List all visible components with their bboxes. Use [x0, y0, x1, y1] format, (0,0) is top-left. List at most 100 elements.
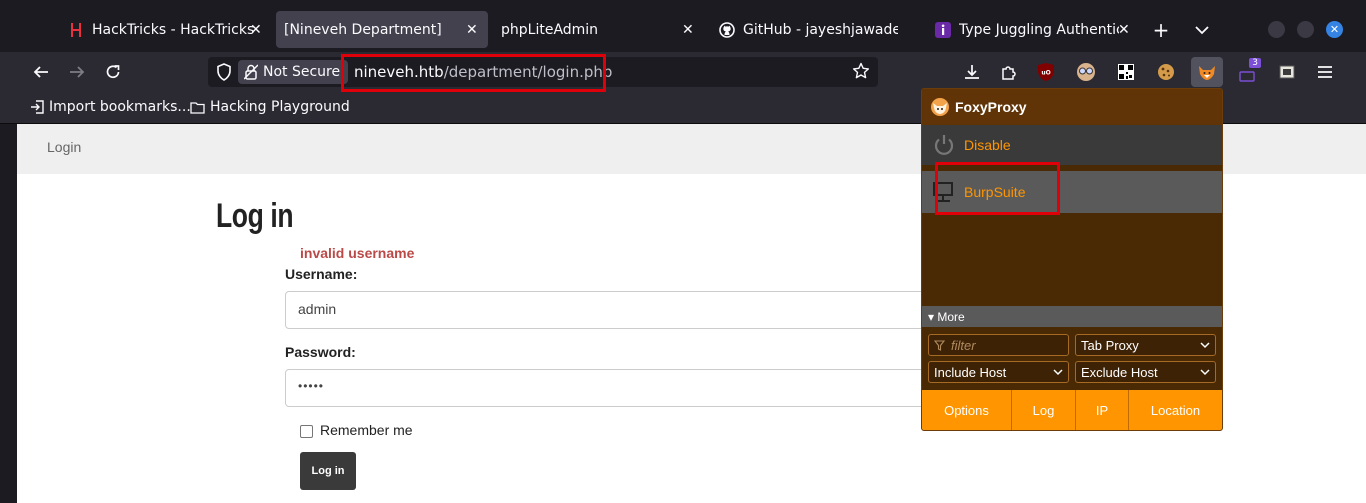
fox-icon — [931, 98, 949, 116]
hamburger-menu-icon — [1318, 66, 1332, 78]
login-button[interactable]: Log in — [300, 452, 356, 490]
tab-type-juggling[interactable]: Type Juggling Authenticat ✕ — [926, 11, 1136, 48]
tab-nineveh-department[interactable]: [Nineveh Department] ✕ — [276, 11, 488, 48]
bookmark-import[interactable]: Import bookmarks... — [30, 99, 191, 115]
open-menu-button[interactable] — [1313, 60, 1337, 84]
bookmark-label: Import bookmarks... — [49, 99, 191, 115]
options-button[interactable]: Options — [922, 390, 1012, 430]
reload-button[interactable] — [100, 59, 126, 85]
remember-me-row: Remember me — [300, 422, 413, 438]
filter-placeholder: filter — [951, 337, 976, 353]
glasses-face-icon — [1077, 63, 1095, 81]
close-tab-icon[interactable]: ✕ — [466, 22, 478, 38]
foxyproxy-action-bar: Options Log IP Location — [922, 390, 1222, 430]
download-icon — [965, 65, 979, 79]
tab-proxy-select-value: Tab Proxy — [1081, 337, 1139, 353]
cookie-editor-extension[interactable] — [1154, 60, 1178, 84]
ublock-shield-icon: uO — [1038, 63, 1054, 81]
not-secure-indicator[interactable]: Not Secure — [238, 60, 349, 84]
chevron-down-icon — [1200, 341, 1210, 348]
cookie-icon — [1158, 64, 1174, 80]
new-tab-button[interactable]: + — [1149, 18, 1173, 42]
qr-code-icon — [1118, 64, 1134, 80]
forward-button[interactable] — [64, 59, 90, 85]
chevron-down-icon — [1195, 26, 1209, 35]
foxyproxy-popup: FoxyProxy Disable BurpSuite ▾ More filte… — [921, 88, 1223, 431]
tab-counter-badge: 3 — [1249, 58, 1261, 68]
picture-frame-icon — [1279, 65, 1295, 79]
import-icon — [30, 100, 44, 114]
close-tab-icon[interactable]: ✕ — [1118, 22, 1130, 38]
fox-icon — [1199, 66, 1215, 80]
tabs-icon — [1239, 71, 1255, 82]
tab-title: HackTricks - HackTricks — [92, 21, 255, 38]
remember-me-label: Remember me — [320, 422, 413, 438]
back-button[interactable] — [28, 59, 54, 85]
username-label: Username: — [285, 266, 358, 282]
not-secure-label: Not Secure — [263, 64, 341, 80]
bookmark-folder-hacking-playground[interactable]: Hacking Playground — [190, 99, 350, 115]
foxyproxy-title: FoxyProxy — [955, 99, 1027, 115]
remember-me-checkbox[interactable] — [300, 425, 313, 438]
filter-input[interactable]: filter — [928, 334, 1069, 356]
chevron-down-icon — [1053, 368, 1063, 375]
chevron-down-icon — [1200, 368, 1210, 375]
more-toggle[interactable]: ▾ More — [922, 306, 1222, 327]
proxy-option-label: Disable — [964, 137, 1011, 153]
tab-title: GitHub - jayeshjawade/Br — [743, 21, 898, 38]
puzzle-piece-icon — [1002, 66, 1016, 80]
extensions-button[interactable] — [997, 60, 1021, 84]
location-button[interactable]: Location — [1129, 390, 1222, 430]
svg-text:uO: uO — [1041, 70, 1050, 77]
close-tab-icon[interactable]: ✕ — [682, 22, 694, 38]
qr-code-extension[interactable] — [1114, 60, 1138, 84]
tab-title: Type Juggling Authenticat — [959, 21, 1119, 38]
url-highlight-box — [341, 54, 606, 92]
include-host-select[interactable]: Include Host — [928, 361, 1069, 383]
invicti-icon — [935, 21, 951, 38]
downloads-button[interactable] — [960, 60, 984, 84]
tab-proxy-select[interactable]: Tab Proxy — [1075, 334, 1216, 356]
ublock-origin-extension[interactable]: uO — [1034, 60, 1058, 84]
exclude-host-select-value: Exclude Host — [1081, 364, 1158, 380]
tab-github[interactable]: GitHub - jayeshjawade/Br — [708, 11, 898, 48]
reload-icon — [106, 65, 120, 79]
include-host-select-value: Include Host — [934, 364, 1007, 380]
arrow-left-icon — [33, 66, 48, 78]
hacktricks-icon — [68, 22, 84, 38]
tab-counter-extension[interactable]: 3 — [1236, 58, 1261, 84]
username-input[interactable]: admin — [285, 291, 945, 329]
arrow-right-icon — [70, 66, 85, 78]
power-icon — [931, 133, 957, 157]
star-icon — [852, 62, 870, 79]
lock-insecure-icon — [244, 64, 258, 80]
navigation-toolbar: Not Secure nineveh.htb/department/login.… — [0, 52, 1366, 92]
close-tab-icon[interactable]: ✕ — [250, 22, 262, 38]
foxyproxy-header: FoxyProxy — [922, 89, 1222, 126]
list-all-tabs-button[interactable] — [1190, 18, 1214, 42]
tab-bar: HackTricks - HackTricks ✕ [Nineveh Depar… — [0, 0, 1366, 52]
minimize-window-button[interactable] — [1268, 21, 1285, 38]
tab-phpliteadmin[interactable]: phpLiteAdmin ✕ — [490, 11, 706, 48]
close-window-button[interactable]: ✕ — [1326, 21, 1343, 38]
tab-title: phpLiteAdmin — [501, 21, 599, 38]
tracking-protection-icon[interactable] — [216, 63, 232, 81]
bookmark-star-button[interactable] — [852, 62, 870, 80]
exclude-host-select[interactable]: Exclude Host — [1075, 361, 1216, 383]
funnel-icon — [934, 339, 945, 351]
burpsuite-highlight-box — [935, 162, 1060, 215]
bookmark-label: Hacking Playground — [210, 99, 350, 115]
page-title: Log in — [216, 197, 294, 235]
password-input[interactable]: ••••• — [285, 369, 945, 407]
tab-hacktricks[interactable]: HackTricks - HackTricks ✕ — [56, 11, 274, 48]
foxyproxy-extension-button[interactable] — [1191, 57, 1223, 87]
nav-link-login[interactable]: Login — [47, 139, 81, 155]
container-extension[interactable] — [1275, 60, 1299, 84]
proxy-option-disable[interactable]: Disable — [922, 125, 1222, 165]
log-button[interactable]: Log — [1012, 390, 1076, 430]
ip-button[interactable]: IP — [1076, 390, 1129, 430]
wappalyzer-extension[interactable] — [1074, 60, 1098, 84]
password-label: Password: — [285, 344, 356, 360]
error-message: invalid username — [300, 245, 415, 261]
maximize-window-button[interactable] — [1297, 21, 1314, 38]
